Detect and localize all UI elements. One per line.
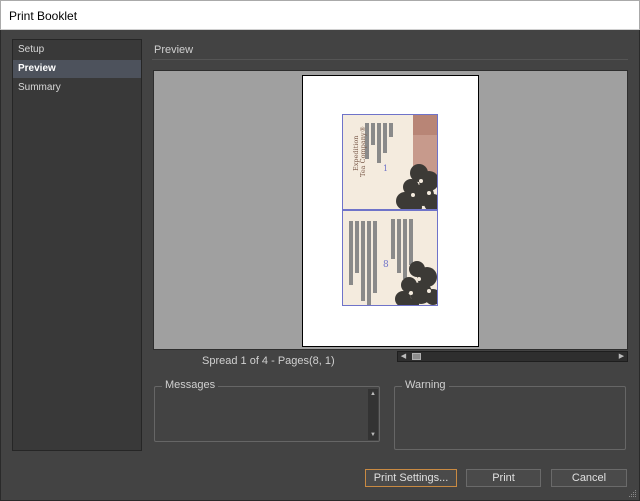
print-button[interactable]: Print xyxy=(466,469,541,487)
scroll-down-icon[interactable]: ▼ xyxy=(368,430,378,440)
window-title: Print Booklet xyxy=(9,9,78,23)
page-number-bottom: 8 xyxy=(383,260,389,270)
brand-line-2: Tea Company® xyxy=(359,126,367,177)
page-number-top: 1 xyxy=(383,164,388,173)
booklet-page-bottom: 8 xyxy=(342,210,438,306)
printer-sheet: Expedition Tea Company® 1 8 xyxy=(302,75,479,347)
page-thumbnail-bottom: 8 xyxy=(343,211,437,305)
section-title: Preview xyxy=(154,44,194,56)
spread-scrollbar[interactable]: ◀ ▶ xyxy=(397,351,628,362)
messages-panel: Messages ▲ ▼ xyxy=(154,379,380,442)
scroll-thumb[interactable] xyxy=(412,353,421,360)
page-thumbnail-top: Expedition Tea Company® 1 xyxy=(343,115,437,209)
messages-legend: Messages xyxy=(162,379,219,391)
preview-area: Expedition Tea Company® 1 8 xyxy=(153,70,628,350)
cancel-button[interactable]: Cancel xyxy=(551,469,627,487)
spread-label: Spread 1 of 4 - Pages(8, 1) xyxy=(202,355,335,367)
warning-panel: Warning xyxy=(394,379,626,450)
print-settings-button[interactable]: Print Settings... xyxy=(365,469,457,487)
booklet-page-top: Expedition Tea Company® 1 xyxy=(342,114,438,210)
title-bar: Print Booklet xyxy=(0,0,640,30)
scroll-left-icon[interactable]: ◀ xyxy=(398,352,409,361)
sidebar-item-preview[interactable]: Preview xyxy=(13,60,141,78)
section-divider xyxy=(152,59,628,60)
sidebar: Setup Preview Summary xyxy=(12,39,142,451)
sidebar-item-summary[interactable]: Summary xyxy=(13,79,141,97)
resize-grip-icon[interactable] xyxy=(628,489,637,498)
sidebar-item-setup[interactable]: Setup xyxy=(13,41,141,59)
scroll-up-icon[interactable]: ▲ xyxy=(368,389,378,399)
messages-scrollbar[interactable]: ▲ ▼ xyxy=(368,389,378,440)
scroll-right-icon[interactable]: ▶ xyxy=(616,352,627,361)
warning-legend: Warning xyxy=(402,379,449,391)
